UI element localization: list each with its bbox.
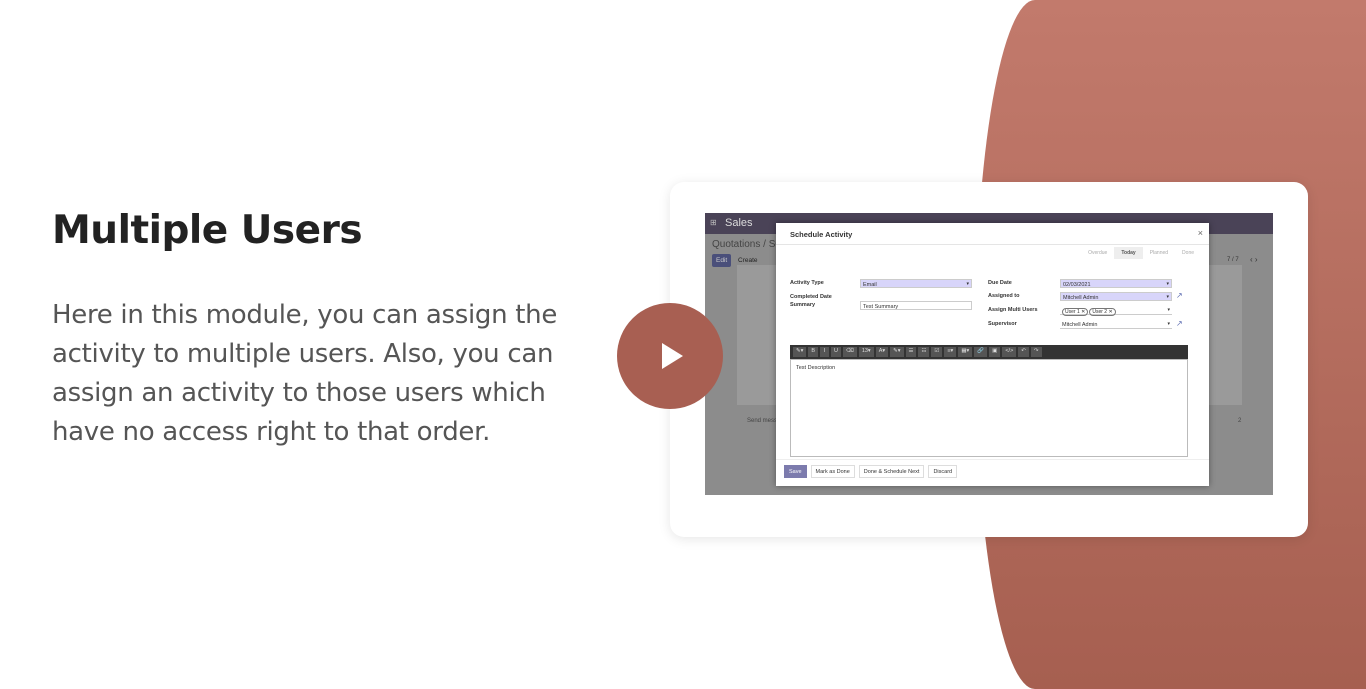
due-date-label: Due Date xyxy=(988,280,1012,286)
toolbar-button[interactable]: ✎▾ xyxy=(890,347,904,357)
toolbar-button[interactable]: ≡▾ xyxy=(944,347,957,357)
pager: 7 / 7 xyxy=(1227,257,1239,263)
page-title: Multiple Users xyxy=(52,208,363,253)
description-editor[interactable]: Test Description xyxy=(790,359,1188,457)
toolbar-button[interactable]: ☷ xyxy=(918,347,930,357)
save-button[interactable]: Save xyxy=(784,465,807,478)
toolbar-button[interactable]: A▾ xyxy=(875,347,889,357)
activity-type-label: Activity Type xyxy=(790,280,824,286)
toolbar-button[interactable]: U xyxy=(831,347,842,357)
modal-title: Schedule Activity xyxy=(790,230,853,239)
editor-toolbar: ✎▾ B I U ⌫ 13▾ A▾ ✎▾ ☰ ☷ ☑ ≡▾ ▦▾ 🔗 ▣ </> ↶ ↷ xyxy=(790,345,1188,359)
user-tag[interactable]: User 1 ✕ xyxy=(1062,307,1089,316)
status-bar: Overdue Today Planned Done xyxy=(1081,247,1201,259)
toolbar-button[interactable]: 13▾ xyxy=(858,347,874,357)
step-done[interactable]: Done xyxy=(1175,247,1201,259)
step-today[interactable]: Today xyxy=(1114,247,1143,259)
app-screenshot: ⊞ Sales Quotations / S000 Edit Create 7 … xyxy=(705,213,1273,495)
due-date-input[interactable]: 02/03/2021 ▾ xyxy=(1060,279,1172,288)
multi-users-input[interactable]: User 1 ✕ User 2 ✕ ▾ xyxy=(1060,306,1172,316)
external-link-icon[interactable]: ↗ xyxy=(1176,291,1183,300)
step-overdue[interactable]: Overdue xyxy=(1081,247,1114,259)
send-message[interactable]: Send mess xyxy=(747,418,777,424)
schedule-activity-modal: Schedule Activity × Overdue Today Planned… xyxy=(776,223,1209,486)
discard-button[interactable]: Discard xyxy=(928,465,958,478)
summary-input[interactable]: Test Summary xyxy=(860,301,972,310)
mark-done-button[interactable]: Mark as Done xyxy=(810,465,855,478)
apps-icon[interactable]: ⊞ xyxy=(710,218,717,227)
toolbar-button[interactable]: B xyxy=(808,347,819,357)
toolbar-button[interactable]: ↷ xyxy=(1030,347,1042,357)
completed-summary-label: Completed Date Summary xyxy=(790,294,832,308)
toolbar-button[interactable]: ⌫ xyxy=(843,347,857,357)
toolbar-button[interactable]: ↶ xyxy=(1018,347,1029,357)
edit-button[interactable]: Edit xyxy=(712,254,732,267)
pager-arrows[interactable]: ‹ › xyxy=(1250,255,1258,264)
activity-type-select[interactable]: Email ▾ xyxy=(860,279,972,288)
supervisor-label: Supervisor xyxy=(988,321,1017,327)
toolbar-button[interactable]: 🔗 xyxy=(974,347,988,357)
assigned-to-select[interactable]: Mitchell Admin ▾ xyxy=(1060,292,1172,301)
toolbar-button[interactable]: ✎▾ xyxy=(793,347,807,357)
done-schedule-next-button[interactable]: Done & Schedule Next xyxy=(858,465,925,478)
app-name[interactable]: Sales xyxy=(725,217,753,229)
close-icon[interactable]: × xyxy=(1198,228,1203,238)
user-tag[interactable]: User 2 ✕ xyxy=(1089,307,1116,316)
toolbar-button[interactable]: ☑ xyxy=(931,347,943,357)
external-link-icon[interactable]: ↗ xyxy=(1176,319,1183,328)
toolbar-button[interactable]: </> xyxy=(1002,347,1017,357)
multi-users-label: Assign Multi Users xyxy=(988,307,1038,313)
toolbar-button[interactable]: ▣ xyxy=(989,347,1001,357)
followers-count[interactable]: 2 xyxy=(1238,418,1241,424)
toolbar-button[interactable]: ▦▾ xyxy=(958,347,973,357)
supervisor-select[interactable]: Mitchell Admin ▾ xyxy=(1060,320,1172,329)
toolbar-button[interactable]: ☰ xyxy=(905,347,917,357)
assigned-to-label: Assigned to xyxy=(988,293,1020,299)
modal-footer: Save Mark as Done Done & Schedule Next D… xyxy=(776,459,1209,486)
step-planned[interactable]: Planned xyxy=(1143,247,1175,259)
play-video-button[interactable] xyxy=(617,303,723,409)
description: Here in this module, you can assign the … xyxy=(52,300,558,447)
toolbar-button[interactable]: I xyxy=(820,347,830,357)
